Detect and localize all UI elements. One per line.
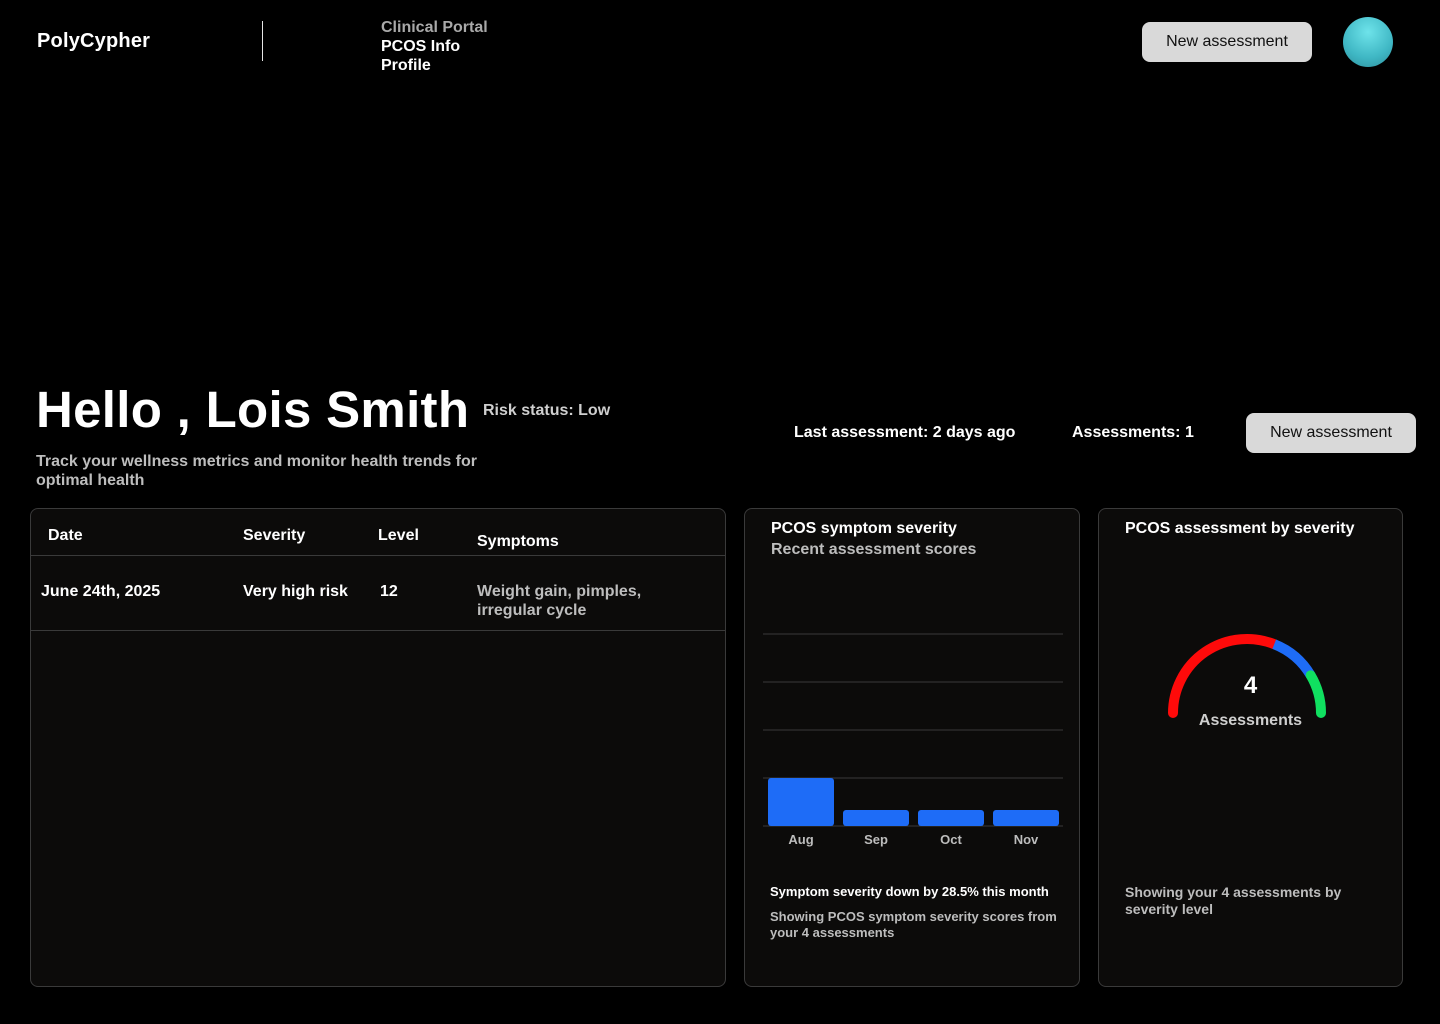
user-avatar[interactable] — [1343, 17, 1393, 67]
table-row-divider — [31, 630, 725, 631]
x-tick-label: Oct — [940, 832, 962, 847]
column-header-severity[interactable]: Severity — [243, 527, 305, 545]
gauge-segment — [1272, 639, 1315, 679]
gauge-value: 4 — [1243, 672, 1258, 699]
column-header-symptoms[interactable]: Symptoms — [477, 533, 559, 551]
header-new-assessment-button[interactable]: New assessment — [1142, 22, 1312, 62]
bar-oct[interactable] — [918, 810, 984, 826]
bar-nov[interactable] — [993, 810, 1059, 826]
risk-status: Risk status: Low — [483, 402, 611, 419]
cell-date: June 24th, 2025 — [41, 583, 161, 600]
last-assessment-stat: Last assessment: 2 days ago — [794, 424, 1016, 441]
app-logo[interactable]: PolyCypher — [37, 30, 150, 53]
cell-level: 12 — [380, 583, 398, 600]
assessment-severity-card: PCOS assessment by severity 4 Assessment… — [1098, 508, 1403, 987]
assessment-table: Date Severity Level Symptoms June 24th, … — [30, 508, 726, 987]
gauge-card-footer: Showing your 4 assessments by severity l… — [1125, 884, 1342, 917]
nav-link-profile[interactable]: Profile — [381, 56, 488, 75]
symptom-severity-card: PCOS symptom severity Recent assessment … — [744, 508, 1080, 987]
gauge-label: Assessments — [1198, 712, 1303, 729]
column-header-date[interactable]: Date — [48, 527, 83, 545]
nav-link-pcos-info[interactable]: PCOS Info — [381, 37, 488, 56]
column-header-level[interactable]: Level — [378, 527, 419, 545]
bar-sep[interactable] — [843, 810, 909, 826]
cell-severity: Very high risk — [243, 583, 348, 600]
page-title: Hello , Lois Smith — [36, 381, 470, 438]
x-tick-label: Nov — [1014, 832, 1039, 847]
x-tick-label: Aug — [788, 832, 813, 847]
bar-card-trend: Symptom severity down by 28.5% this mont… — [770, 884, 1049, 899]
bar-aug[interactable] — [768, 778, 834, 826]
x-tick-label: Sep — [864, 832, 888, 847]
header-divider — [262, 21, 263, 61]
nav-link-clinical-portal[interactable]: Clinical Portal — [381, 18, 488, 37]
severity-bar-chart: Aug Sep Oct Nov — [763, 633, 1063, 847]
assessments-count-stat: Assessments: 1 — [1072, 424, 1194, 441]
main-nav: Clinical Portal PCOS Info Profile — [381, 18, 488, 75]
bar-card-footer: Showing PCOS symptom severity scores fro… — [770, 909, 1057, 940]
table-header-divider — [31, 555, 725, 556]
new-assessment-button[interactable]: New assessment — [1246, 413, 1416, 453]
cell-symptoms: Weight gain, pimples, irregular cycle — [477, 583, 642, 619]
page-subtitle: Track your wellness metrics and monitor … — [36, 453, 478, 489]
